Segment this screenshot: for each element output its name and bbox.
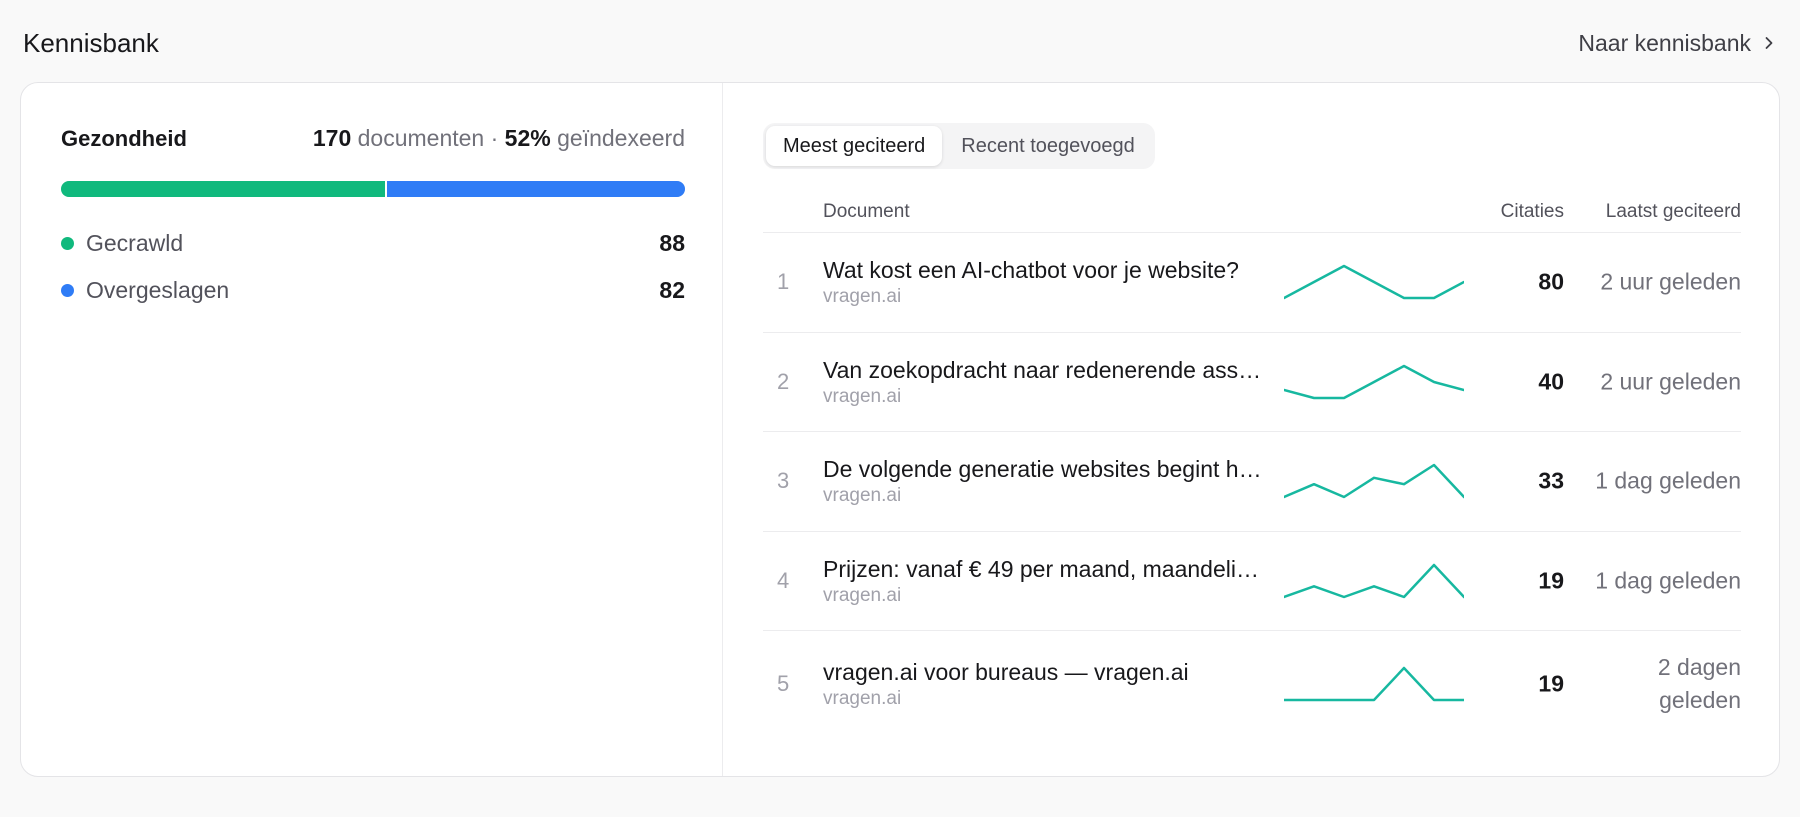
crawled-dot-icon bbox=[61, 236, 74, 250]
table-row[interactable]: 1 Wat kost een AI-chatbot voor je websit… bbox=[763, 233, 1741, 333]
table-row[interactable]: 5 vragen.ai voor bureaus — vragen.ai vra… bbox=[763, 631, 1741, 736]
open-knowledge-base-link[interactable]: Naar kennisbank bbox=[1578, 30, 1777, 57]
legend-label-crawled: Gecrawld bbox=[86, 229, 184, 256]
table-header: Document Citaties Laatst geciteerd bbox=[763, 191, 1741, 233]
legend-value-crawled: 88 bbox=[659, 229, 685, 256]
open-knowledge-base-label: Naar kennisbank bbox=[1578, 29, 1751, 56]
row-rank: 3 bbox=[777, 468, 790, 494]
index-progress-bar bbox=[61, 181, 685, 197]
row-document: Van zoekopdracht naar redenerende assist… bbox=[823, 355, 1263, 409]
tab-most-cited[interactable]: Meest geciteerd bbox=[766, 126, 943, 166]
document-source: vragen.ai bbox=[823, 687, 902, 709]
row-document: Prijzen: vanaf € 49 per maand, maandelij… bbox=[823, 554, 1263, 608]
table-row[interactable]: 4 Prijzen: vanaf € 49 per maand, maandel… bbox=[763, 532, 1741, 631]
row-last-cited: 2 dagen geleden bbox=[1657, 653, 1741, 713]
document-title: vragen.ai voor bureaus — vragen.ai bbox=[823, 658, 1189, 685]
table-row[interactable]: 2 Van zoekopdracht naar redenerende assi… bbox=[763, 333, 1741, 432]
legend-item-skipped: Overgeslagen 82 bbox=[61, 275, 685, 305]
health-panel: Gezondheid 170 documenten · 52% geïndexe… bbox=[21, 83, 723, 776]
section-title: Kennisbank bbox=[23, 27, 159, 58]
column-header-citations: Citaties bbox=[1500, 200, 1564, 222]
document-source: vragen.ai bbox=[823, 584, 902, 606]
document-tabs: Meest geciteerd Recent toegevoegd bbox=[763, 123, 1155, 169]
indexed-label: geïndexeerd bbox=[557, 125, 685, 151]
knowledge-base-card: Gezondheid 170 documenten · 52% geïndexe… bbox=[20, 82, 1780, 777]
column-header-document: Document bbox=[823, 200, 910, 222]
legend-value-skipped: 82 bbox=[659, 276, 685, 303]
citation-trend-sparkline bbox=[1284, 666, 1464, 701]
health-summary: Gezondheid 170 documenten · 52% geïndexe… bbox=[61, 125, 685, 152]
row-rank: 1 bbox=[777, 269, 790, 295]
row-citations: 33 bbox=[1538, 467, 1564, 494]
tab-recently-added[interactable]: Recent toegevoegd bbox=[944, 126, 1151, 166]
row-citations: 19 bbox=[1538, 567, 1564, 594]
citation-trend-sparkline bbox=[1284, 464, 1464, 499]
row-last-cited: 2 uur geleden bbox=[1600, 268, 1741, 295]
skipped-dot-icon bbox=[61, 283, 74, 297]
section-header: Kennisbank Naar kennisbank bbox=[23, 22, 1777, 64]
progress-skipped-segment bbox=[385, 181, 685, 197]
row-last-cited: 1 dag geleden bbox=[1595, 467, 1741, 494]
document-source: vragen.ai bbox=[823, 385, 902, 407]
documents-table: Document Citaties Laatst geciteerd 1 Wat… bbox=[763, 191, 1741, 736]
row-rank: 4 bbox=[777, 567, 790, 593]
document-title: Wat kost een AI-chatbot voor je website? bbox=[823, 257, 1239, 284]
legend-item-crawled: Gecrawld 88 bbox=[61, 228, 685, 258]
chevron-right-icon bbox=[1765, 37, 1773, 49]
documents-label: documenten bbox=[357, 125, 485, 151]
health-title: Gezondheid bbox=[61, 126, 187, 151]
column-header-last-cited: Laatst geciteerd bbox=[1605, 200, 1741, 222]
row-rank: 5 bbox=[777, 670, 790, 696]
health-stats: 170 documenten · 52% geïndexeerd bbox=[313, 125, 685, 152]
citation-trend-sparkline bbox=[1284, 563, 1464, 598]
stats-separator: · bbox=[490, 125, 499, 151]
row-last-cited: 2 uur geleden bbox=[1600, 368, 1741, 395]
citation-trend-sparkline bbox=[1284, 364, 1464, 399]
document-source: vragen.ai bbox=[823, 485, 902, 507]
documents-count: 170 bbox=[312, 125, 352, 151]
documents-panel: Meest geciteerd Recent toegevoegd Docume… bbox=[723, 83, 1779, 776]
row-document: vragen.ai voor bureaus — vragen.ai vrage… bbox=[823, 657, 1263, 711]
row-document: Wat kost een AI-chatbot voor je website?… bbox=[823, 255, 1263, 309]
document-title: De volgende generatie websites begint hi… bbox=[823, 456, 1263, 483]
progress-crawled-segment bbox=[61, 181, 386, 197]
legend-label-skipped: Overgeslagen bbox=[86, 276, 230, 303]
row-citations: 19 bbox=[1538, 670, 1564, 696]
row-citations: 80 bbox=[1538, 268, 1564, 295]
document-source: vragen.ai bbox=[823, 286, 902, 308]
document-title: Van zoekopdracht naar redenerende assist… bbox=[823, 356, 1263, 383]
document-title: Prijzen: vanaf € 49 per maand, maandelij… bbox=[823, 555, 1263, 582]
table-row[interactable]: 3 De volgende generatie websites begint … bbox=[763, 432, 1741, 532]
indexed-percent: 52% bbox=[504, 125, 551, 151]
row-document: De volgende generatie websites begint hi… bbox=[823, 454, 1263, 508]
row-rank: 2 bbox=[777, 368, 790, 394]
row-citations: 40 bbox=[1538, 368, 1564, 395]
row-last-cited: 1 dag geleden bbox=[1595, 567, 1741, 594]
citation-trend-sparkline bbox=[1284, 265, 1464, 300]
